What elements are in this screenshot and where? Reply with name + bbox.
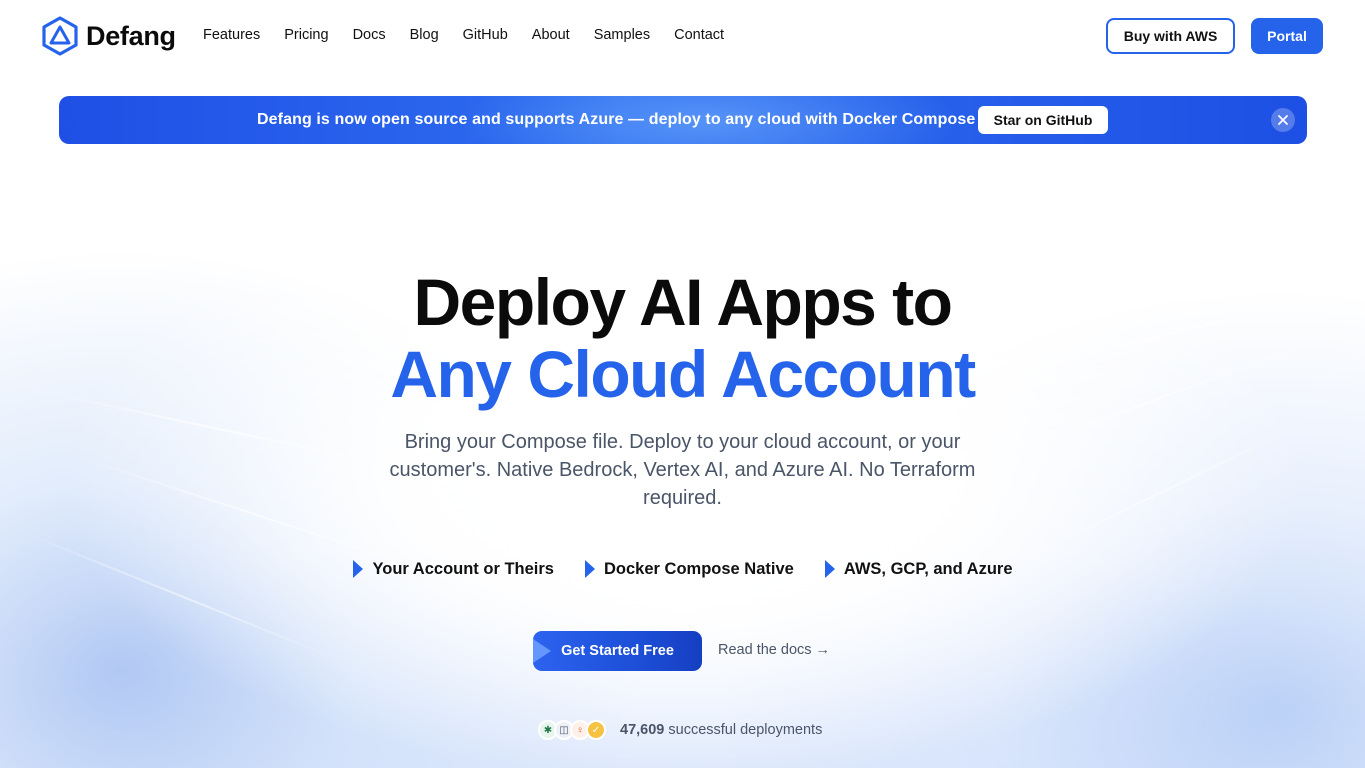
- read-docs-link[interactable]: Read the docs →: [718, 642, 830, 658]
- logo-text: Defang: [86, 20, 176, 51]
- user-avatars: ✱ ◫ ♀ ✓: [538, 720, 606, 740]
- nav-blog[interactable]: Blog: [410, 27, 439, 43]
- deployment-stats: ✱ ◫ ♀ ✓ 47,609 successful deployments: [538, 720, 822, 740]
- feature-item: Your Account or Theirs: [352, 559, 554, 579]
- get-started-button[interactable]: Get Started Free: [533, 631, 702, 671]
- announcement-banner: Defang is now open source and supports A…: [59, 96, 1307, 144]
- deployments-label: successful deployments: [668, 722, 823, 738]
- feature-list: Your Account or Theirs Docker Compose Na…: [0, 559, 1365, 579]
- buy-with-aws-button[interactable]: Buy with AWS: [1106, 18, 1235, 54]
- feature-item: Docker Compose Native: [584, 559, 794, 579]
- logo[interactable]: Defang: [42, 16, 176, 56]
- portal-button[interactable]: Portal: [1251, 18, 1323, 54]
- get-started-label: Get Started Free: [561, 643, 674, 659]
- defang-logo-icon: [42, 16, 78, 56]
- triangle-icon: [824, 560, 835, 578]
- nav-github[interactable]: GitHub: [463, 27, 508, 43]
- close-icon: [1278, 115, 1288, 125]
- play-triangle-icon: [533, 639, 551, 663]
- banner-close-button[interactable]: [1271, 108, 1295, 132]
- nav-docs[interactable]: Docs: [353, 27, 386, 43]
- nav-samples[interactable]: Samples: [594, 27, 650, 43]
- hero-title-line2: Any Cloud Account: [390, 337, 976, 411]
- nav-contact[interactable]: Contact: [674, 27, 724, 43]
- star-on-github-button[interactable]: Star on GitHub: [978, 106, 1108, 134]
- main-nav: Features Pricing Docs Blog GitHub About …: [203, 27, 748, 43]
- feature-item: AWS, GCP, and Azure: [824, 559, 1013, 579]
- feature-label: AWS, GCP, and Azure: [843, 559, 1013, 578]
- deployments-text: 47,609 successful deployments: [620, 722, 822, 738]
- feature-label: Your Account or Theirs: [372, 559, 554, 578]
- triangle-icon: [353, 560, 364, 578]
- banner-text: Defang is now open source and supports A…: [257, 111, 976, 128]
- nav-pricing[interactable]: Pricing: [284, 27, 328, 43]
- avatar: ✓: [586, 720, 606, 740]
- feature-label: Docker Compose Native: [604, 559, 794, 578]
- deployments-count: 47,609: [620, 722, 665, 738]
- site-header: Defang Features Pricing Docs Blog GitHub…: [0, 0, 1365, 72]
- hero-title-line1: Deploy AI Apps to: [413, 265, 953, 339]
- nav-about[interactable]: About: [532, 27, 570, 43]
- hero-subtitle: Bring your Compose file. Deploy to your …: [389, 431, 976, 509]
- triangle-icon: [585, 560, 595, 578]
- nav-features[interactable]: Features: [203, 27, 260, 43]
